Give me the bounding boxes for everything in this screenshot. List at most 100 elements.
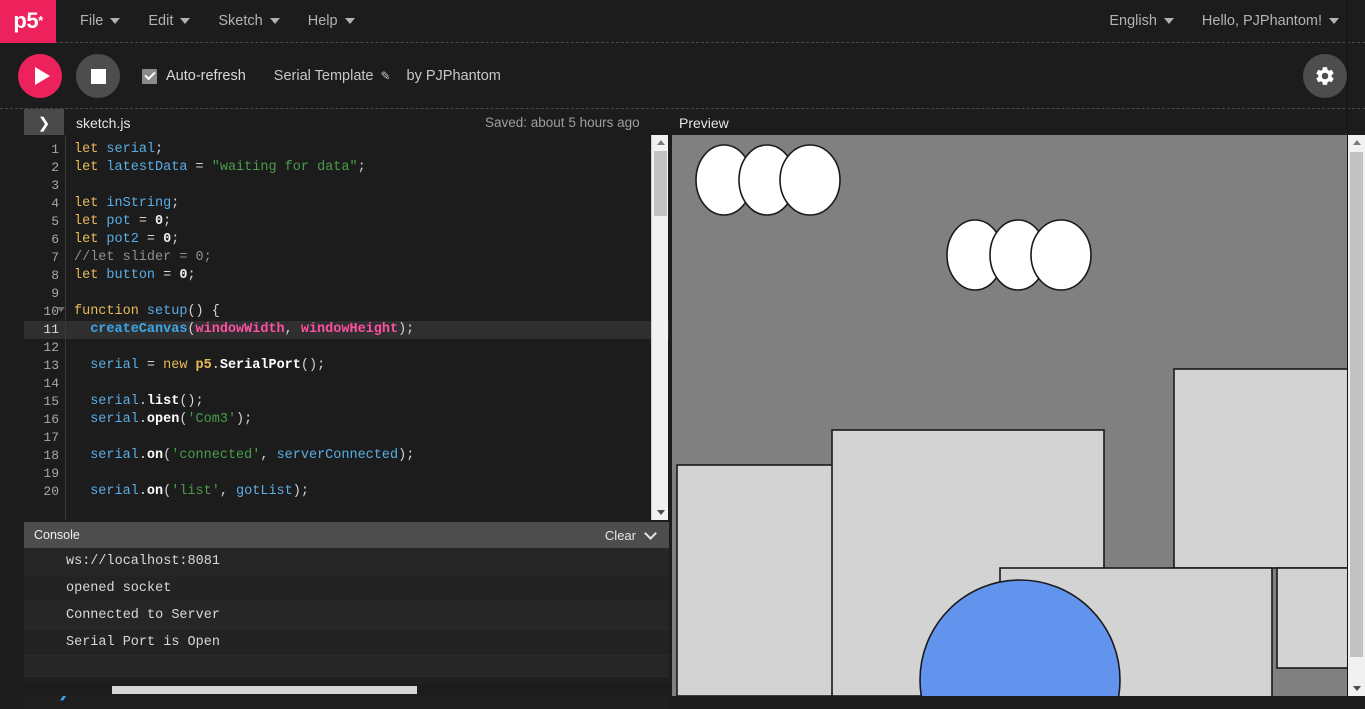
code-token: (); <box>179 394 204 409</box>
pencil-icon[interactable]: ✎ <box>380 69 390 83</box>
language-selector[interactable]: English <box>1095 7 1188 35</box>
line-number: 14 <box>43 376 59 391</box>
code-line[interactable]: serial.on('connected', serverConnected); <box>66 447 669 465</box>
chevron-down-icon[interactable] <box>644 526 657 540</box>
console-clear-button[interactable]: Clear <box>605 528 636 543</box>
code-token: serial <box>90 412 139 427</box>
menu-sketch[interactable]: Sketch <box>204 7 293 35</box>
code-line[interactable] <box>66 177 669 195</box>
scroll-down-arrow[interactable] <box>1348 681 1365 696</box>
code-line[interactable]: let serial; <box>66 141 669 159</box>
logo-star: * <box>38 12 43 28</box>
active-file-name[interactable]: sketch.js <box>76 109 130 136</box>
code-token: latestData <box>106 160 188 175</box>
code-editor[interactable]: 1 2 3 4 5 6 7 8 9 10 11 12 13 14 15 16 17 18 19 20 let seri… <box>24 135 669 520</box>
code-token: SerialPort <box>219 358 301 373</box>
line-number: 2 <box>51 160 59 175</box>
code-line[interactable]: let pot = 0; <box>66 213 669 231</box>
code-line[interactable]: createCanvas(windowWidth, windowHeight); <box>66 321 669 339</box>
console-horizontal-scrollbar[interactable] <box>24 684 669 696</box>
account-menu[interactable]: Hello, PJPhantom! <box>1188 7 1353 35</box>
line-number: 12 <box>43 340 59 355</box>
code-token: ); <box>398 322 415 337</box>
code-line[interactable]: serial = new p5.SerialPort(); <box>66 357 669 375</box>
code-lines[interactable]: let serial; let latestData = "waiting for… <box>65 135 669 520</box>
code-token: gotList <box>236 484 293 499</box>
code-line[interactable]: serial.on('list', gotList); <box>66 483 669 501</box>
code-line[interactable]: let pot2 = 0; <box>66 231 669 249</box>
code-line[interactable]: let latestData = "waiting for data"; <box>66 159 669 177</box>
line-number: 4 <box>51 196 59 211</box>
code-token: 'list' <box>171 484 220 499</box>
code-line[interactable]: let button = 0; <box>66 267 669 285</box>
code-token: () { <box>187 304 220 319</box>
fold-arrow-icon[interactable] <box>57 307 65 312</box>
scroll-up-arrow[interactable] <box>1348 135 1365 150</box>
scroll-down-arrow[interactable] <box>652 505 669 520</box>
code-line[interactable]: let inString; <box>66 195 669 213</box>
code-token: . <box>211 358 220 373</box>
code-line[interactable]: //let slider = 0; <box>66 249 669 267</box>
editor-scroll-thumb[interactable] <box>654 151 667 216</box>
code-token: ( <box>187 322 196 337</box>
language-label: English <box>1109 13 1157 29</box>
code-token: , <box>219 484 237 499</box>
sidebar-toggle-button[interactable]: ❯ <box>24 109 64 136</box>
auto-refresh-toggle[interactable]: Auto-refresh <box>142 68 246 84</box>
console-message: ws://localhost:8081 <box>24 548 669 575</box>
code-line[interactable] <box>66 285 669 303</box>
console-hscroll-thumb[interactable] <box>112 686 417 694</box>
editor-vertical-scrollbar[interactable] <box>651 135 668 520</box>
code-line[interactable] <box>66 375 669 393</box>
p5-logo[interactable]: p5 * <box>0 0 56 43</box>
play-button[interactable] <box>18 54 62 98</box>
code-line[interactable]: function setup() { <box>66 303 669 321</box>
code-token: = <box>155 268 180 283</box>
line-number: 5 <box>51 214 59 229</box>
code-token: ; <box>171 196 180 211</box>
menu-sketch-label: Sketch <box>218 13 263 29</box>
top-nav-bar: p5 * File Edit Sketch Help English Hello,… <box>0 0 1365 43</box>
code-token: . <box>138 394 147 409</box>
line-number: 16 <box>43 412 59 427</box>
sketch-name[interactable]: Serial Template <box>274 68 374 84</box>
auto-refresh-checkbox[interactable] <box>142 68 157 84</box>
line-number: 17 <box>43 430 59 445</box>
menu-file[interactable]: File <box>66 7 134 35</box>
menu-help[interactable]: Help <box>294 7 369 35</box>
code-token: = <box>138 358 164 373</box>
menu-edit[interactable]: Edit <box>134 7 204 35</box>
code-token: let <box>74 232 99 247</box>
preview-scroll-thumb[interactable] <box>1350 152 1363 657</box>
scroll-up-arrow[interactable] <box>652 135 669 150</box>
line-number: 6 <box>51 232 59 247</box>
code-token: on <box>146 448 164 463</box>
code-token: let <box>74 268 99 283</box>
line-number: 7 <box>51 250 59 265</box>
code-token: = <box>130 214 156 229</box>
preview-vertical-scrollbar[interactable] <box>1348 135 1365 696</box>
settings-button[interactable] <box>1303 54 1347 98</box>
rect-top-right <box>1173 368 1347 569</box>
code-token: serial <box>106 142 156 157</box>
code-line[interactable] <box>66 339 669 357</box>
stop-button[interactable] <box>76 54 120 98</box>
chevron-down-icon <box>1329 18 1339 24</box>
line-number: 3 <box>51 178 59 193</box>
code-token: function <box>74 304 139 319</box>
code-line[interactable] <box>66 465 669 483</box>
preview-canvas[interactable] <box>672 135 1347 696</box>
triangle-up-icon <box>1352 140 1361 145</box>
code-line[interactable]: serial.list(); <box>66 393 669 411</box>
code-token: serial <box>90 484 139 499</box>
console-messages: ws://localhost:8081 opened socket Connecte… <box>24 548 669 656</box>
line-number: 18 <box>43 448 59 463</box>
code-token: let <box>74 160 99 175</box>
line-number: 13 <box>43 358 59 373</box>
code-token: let <box>74 196 99 211</box>
code-line[interactable]: serial.open('Com3'); <box>66 411 669 429</box>
code-line[interactable] <box>66 429 669 447</box>
